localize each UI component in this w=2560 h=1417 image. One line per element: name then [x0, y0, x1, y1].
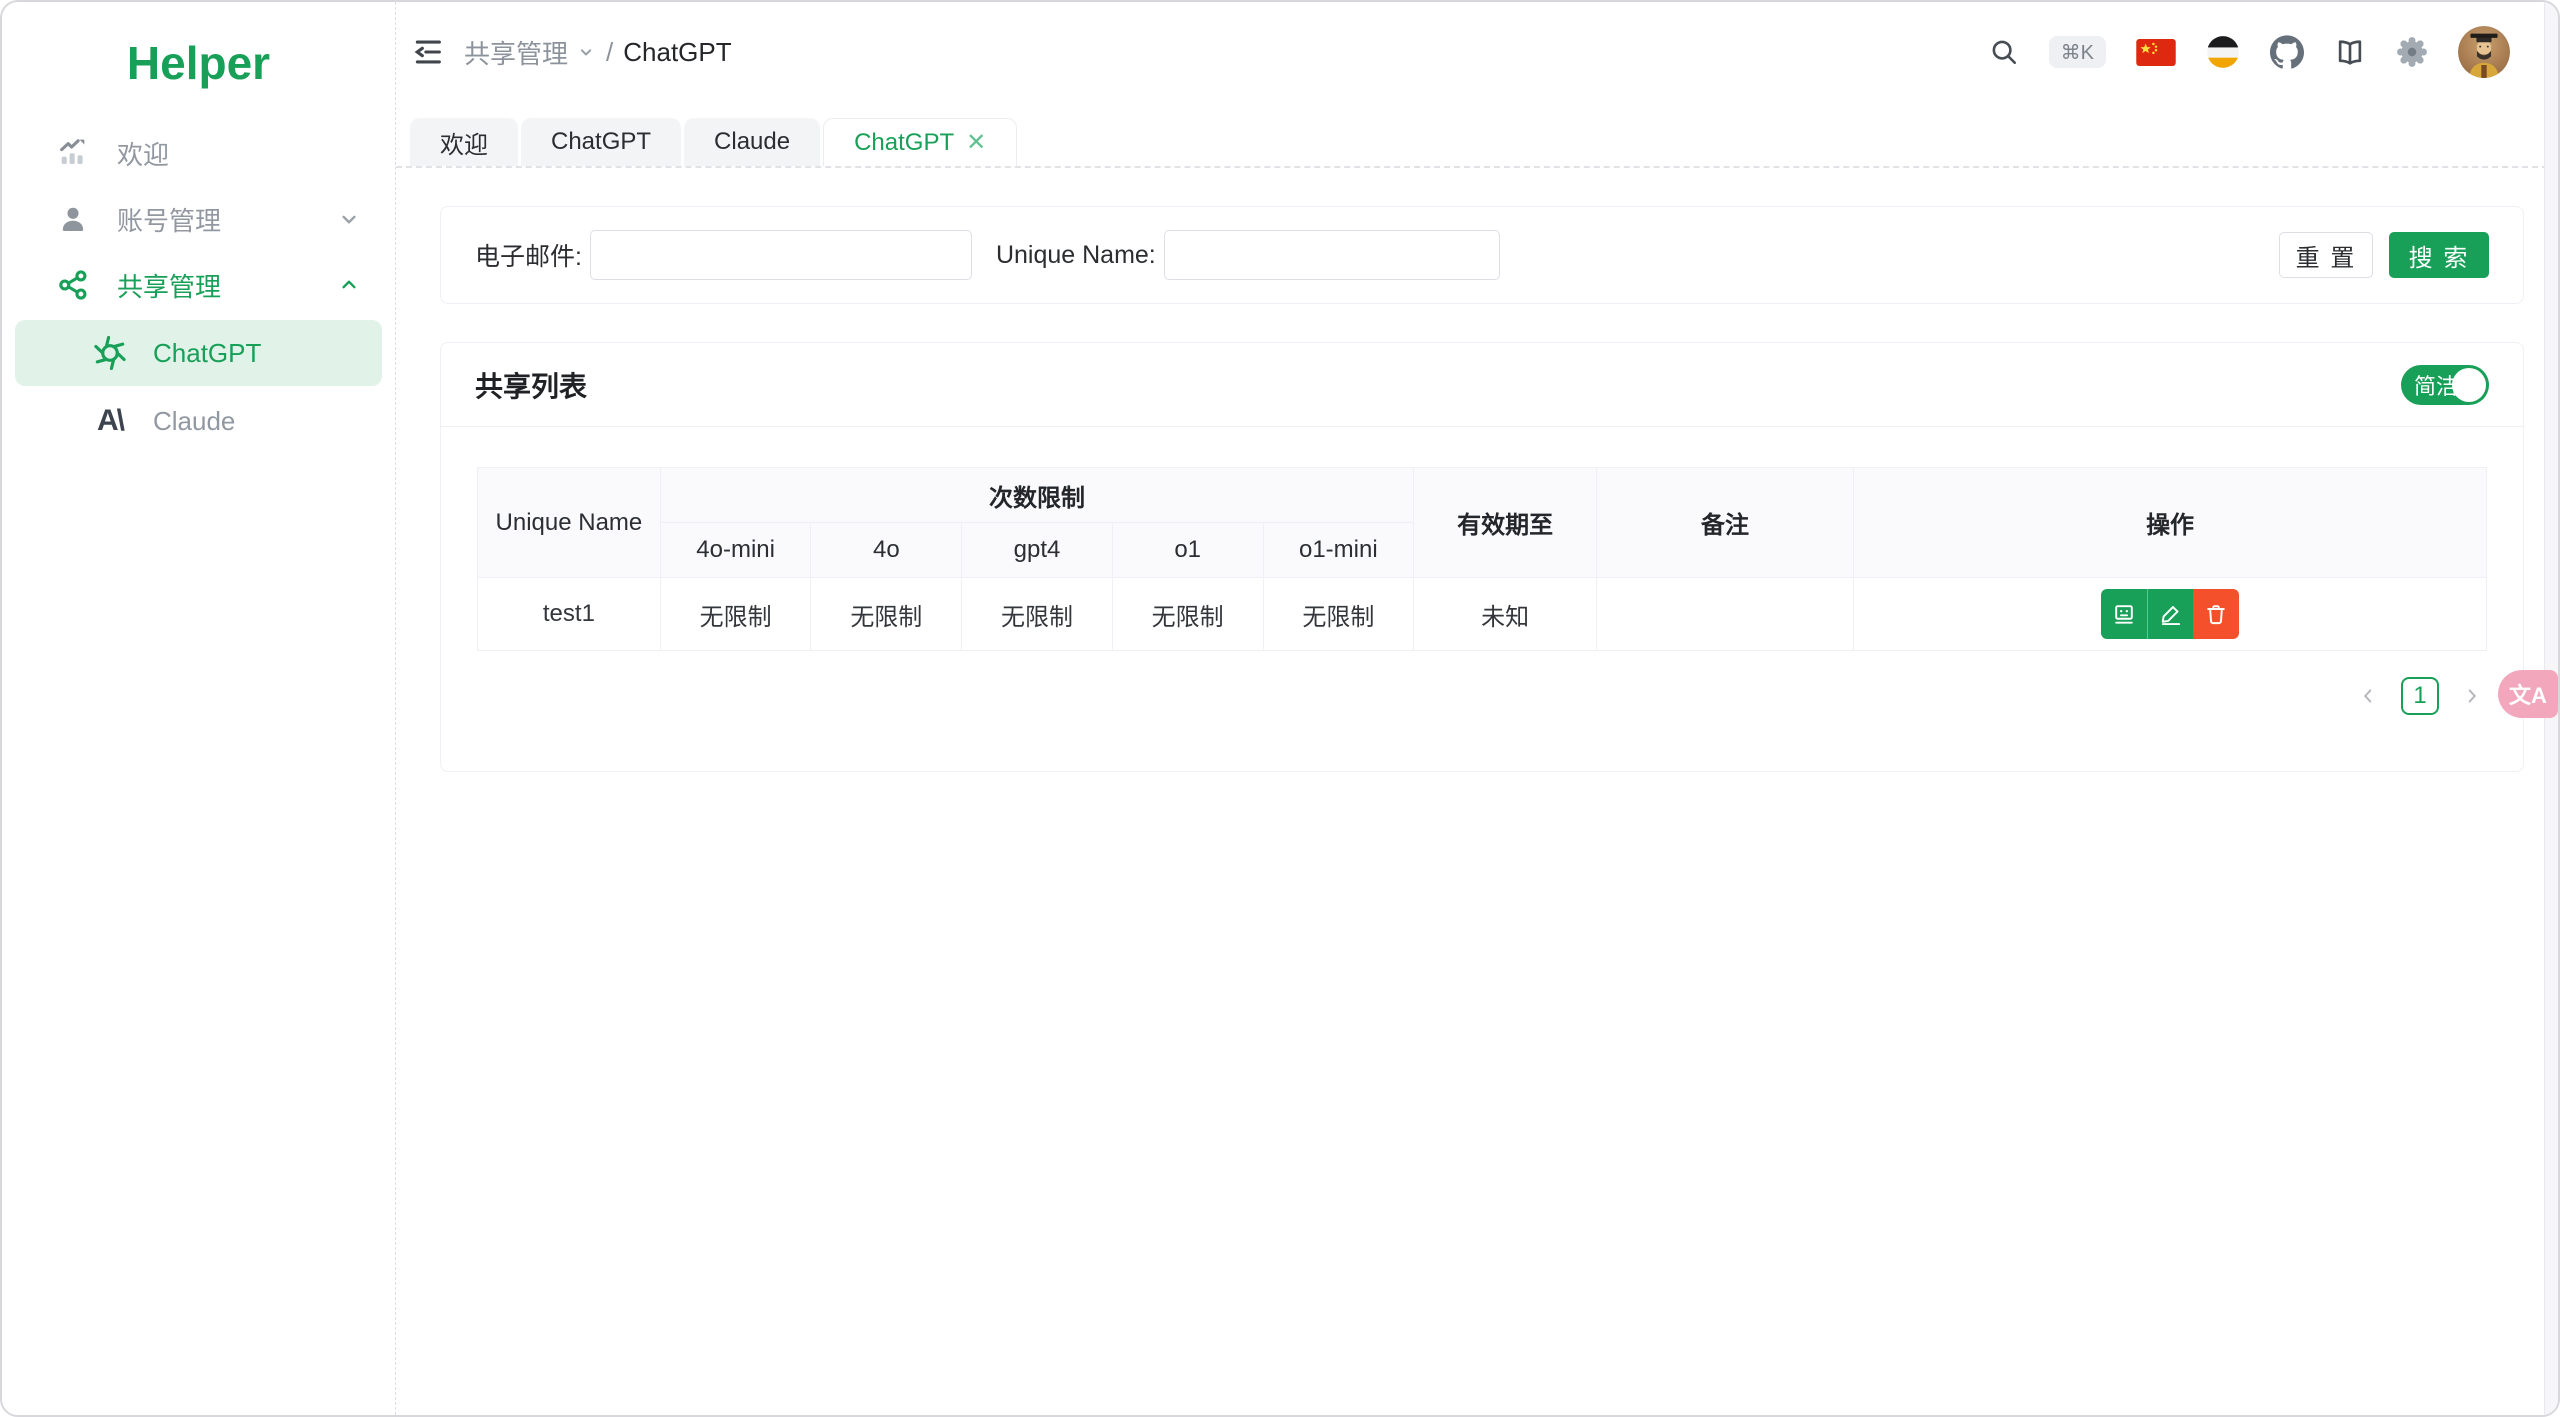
col-actions: 操作 — [1853, 467, 2487, 578]
search-icon[interactable] — [1989, 37, 2019, 67]
chevron-down-icon — [336, 206, 362, 232]
tab-claude[interactable]: Claude — [684, 118, 821, 166]
concise-toggle[interactable]: 简洁 — [2401, 364, 2489, 405]
app-window: Helper 欢迎 账号管理 共享管理 ChatGPT A\ Claude 共享… — [0, 0, 2560, 1417]
chart-icon — [55, 135, 91, 171]
breadcrumb-parent[interactable]: 共享管理 — [464, 34, 596, 71]
openai-icon — [91, 334, 129, 372]
col-model-gpt4: gpt4 — [961, 522, 1113, 578]
trash-icon — [2207, 605, 2225, 625]
col-model-o1-mini: o1-mini — [1262, 522, 1415, 578]
col-model-4o: 4o — [810, 522, 963, 578]
topbar-icons: ⌘K — [1989, 26, 2510, 78]
share-icon — [55, 267, 91, 303]
sidebar-item-label: 账号管理 — [117, 205, 222, 236]
sidebar-item-chatgpt[interactable]: ChatGPT — [15, 320, 382, 386]
prev-page-icon[interactable] — [2353, 681, 2383, 711]
col-limit-group: 次数限制 — [659, 467, 1415, 523]
github-icon[interactable] — [2270, 35, 2304, 69]
tab-chatgpt-active[interactable]: ChatGPT ✕ — [823, 118, 1018, 166]
unique-name-field[interactable] — [1163, 230, 1500, 280]
email-field[interactable] — [589, 230, 972, 280]
profile-card-icon — [2115, 605, 2133, 624]
share-list-card: 共享列表 简洁 Unique Name 次数限制 有效期至 备注 操作 4o-m… — [440, 342, 2524, 772]
col-unique-name: Unique Name — [477, 467, 661, 578]
search-form-card: 电子邮件: Unique Name: 重 置 搜 索 — [440, 206, 2524, 304]
chevron-down-icon — [580, 49, 592, 56]
main-area: 共享管理 / ChatGPT ⌘K 欢迎 ChatGPT Claude Chat… — [396, 2, 2558, 1415]
sidebar-menu: 欢迎 账号管理 共享管理 ChatGPT A\ Claude — [2, 120, 395, 454]
close-icon[interactable]: ✕ — [966, 130, 986, 155]
share-table: Unique Name 次数限制 有效期至 备注 操作 4o-mini 4o g… — [477, 467, 2487, 651]
cell-expire: 未知 — [1413, 577, 1597, 651]
sidebar-item-share-management[interactable]: 共享管理 — [15, 252, 382, 318]
user-avatar[interactable] — [2458, 26, 2510, 78]
cell-note — [1595, 577, 1855, 651]
app-logo: Helper — [126, 37, 271, 89]
col-model-o1: o1 — [1111, 522, 1264, 578]
col-note: 备注 — [1595, 467, 1855, 578]
sidebar-item-label: 共享管理 — [117, 271, 222, 302]
col-expire: 有效期至 — [1413, 467, 1597, 578]
next-page-icon[interactable] — [2457, 681, 2487, 711]
delete-button[interactable] — [2193, 589, 2240, 639]
reset-button[interactable]: 重 置 — [2279, 232, 2373, 278]
edit-button[interactable] — [2147, 589, 2194, 639]
cell-limit: 无限制 — [810, 577, 963, 651]
breadcrumb-separator: / — [606, 36, 614, 67]
breadcrumb: 共享管理 / ChatGPT — [464, 34, 732, 71]
cell-limit: 无限制 — [659, 577, 812, 651]
cell-limit: 无限制 — [1111, 577, 1264, 651]
email-label: 电子邮件: — [475, 243, 582, 271]
translate-icon: 文A — [2509, 683, 2547, 708]
sidebar-item-welcome[interactable]: 欢迎 — [15, 120, 382, 186]
translate-float-button[interactable]: 文A — [2498, 670, 2558, 718]
col-model-4o-mini: 4o-mini — [659, 522, 812, 578]
sidebar-item-label: 欢迎 — [117, 139, 170, 170]
share-list-body: Unique Name 次数限制 有效期至 备注 操作 4o-mini 4o g… — [441, 427, 2523, 771]
tab-chatgpt[interactable]: ChatGPT — [521, 118, 682, 166]
sidebar-item-claude[interactable]: A\ Claude — [15, 388, 382, 454]
settings-gear-icon[interactable] — [2396, 36, 2428, 68]
sidebar-collapse-icon[interactable] — [404, 28, 452, 76]
tricolor-circle-icon[interactable] — [2206, 35, 2240, 69]
cell-actions — [1853, 577, 2487, 651]
share-list-header: 共享列表 简洁 — [441, 343, 2523, 427]
sidebar-item-accounts[interactable]: 账号管理 — [15, 186, 382, 252]
chevron-up-icon — [336, 272, 362, 298]
page-content: 电子邮件: Unique Name: 重 置 搜 索 共享列表 简洁 Uniqu… — [396, 168, 2558, 1415]
sidebar: Helper 欢迎 账号管理 共享管理 ChatGPT A\ Claude — [2, 2, 396, 1415]
breadcrumb-current: ChatGPT — [623, 36, 732, 67]
toggle-knob — [2452, 367, 2486, 402]
search-button[interactable]: 搜 索 — [2389, 232, 2489, 278]
page-number[interactable]: 1 — [2401, 677, 2439, 715]
pagination: 1 — [477, 677, 2487, 715]
edit-pencil-icon — [2161, 606, 2180, 626]
tabbar: 欢迎 ChatGPT Claude ChatGPT ✕ — [396, 102, 2558, 168]
unique-name-label: Unique Name: — [995, 240, 1156, 269]
cell-unique-name: test1 — [477, 577, 661, 651]
sidebar-item-label: ChatGPT — [153, 337, 262, 368]
sidebar-item-label: Claude — [153, 405, 236, 436]
cell-limit: 无限制 — [1262, 577, 1415, 651]
docs-book-icon[interactable] — [2334, 36, 2366, 68]
view-card-button[interactable] — [2101, 589, 2148, 639]
cell-limit: 无限制 — [961, 577, 1113, 651]
search-shortcut-badge[interactable]: ⌘K — [2048, 36, 2106, 68]
language-flag-cn-icon[interactable] — [2136, 38, 2176, 66]
user-icon — [55, 201, 91, 237]
row-actions — [2101, 589, 2240, 639]
table-row: test1 无限制 无限制 无限制 无限制 无限制 未知 — [477, 577, 2487, 651]
topbar: 共享管理 / ChatGPT ⌘K — [396, 2, 2558, 102]
tab-welcome[interactable]: 欢迎 — [410, 118, 518, 166]
share-list-title: 共享列表 — [475, 370, 588, 402]
anthropic-icon: A\ — [97, 404, 125, 437]
